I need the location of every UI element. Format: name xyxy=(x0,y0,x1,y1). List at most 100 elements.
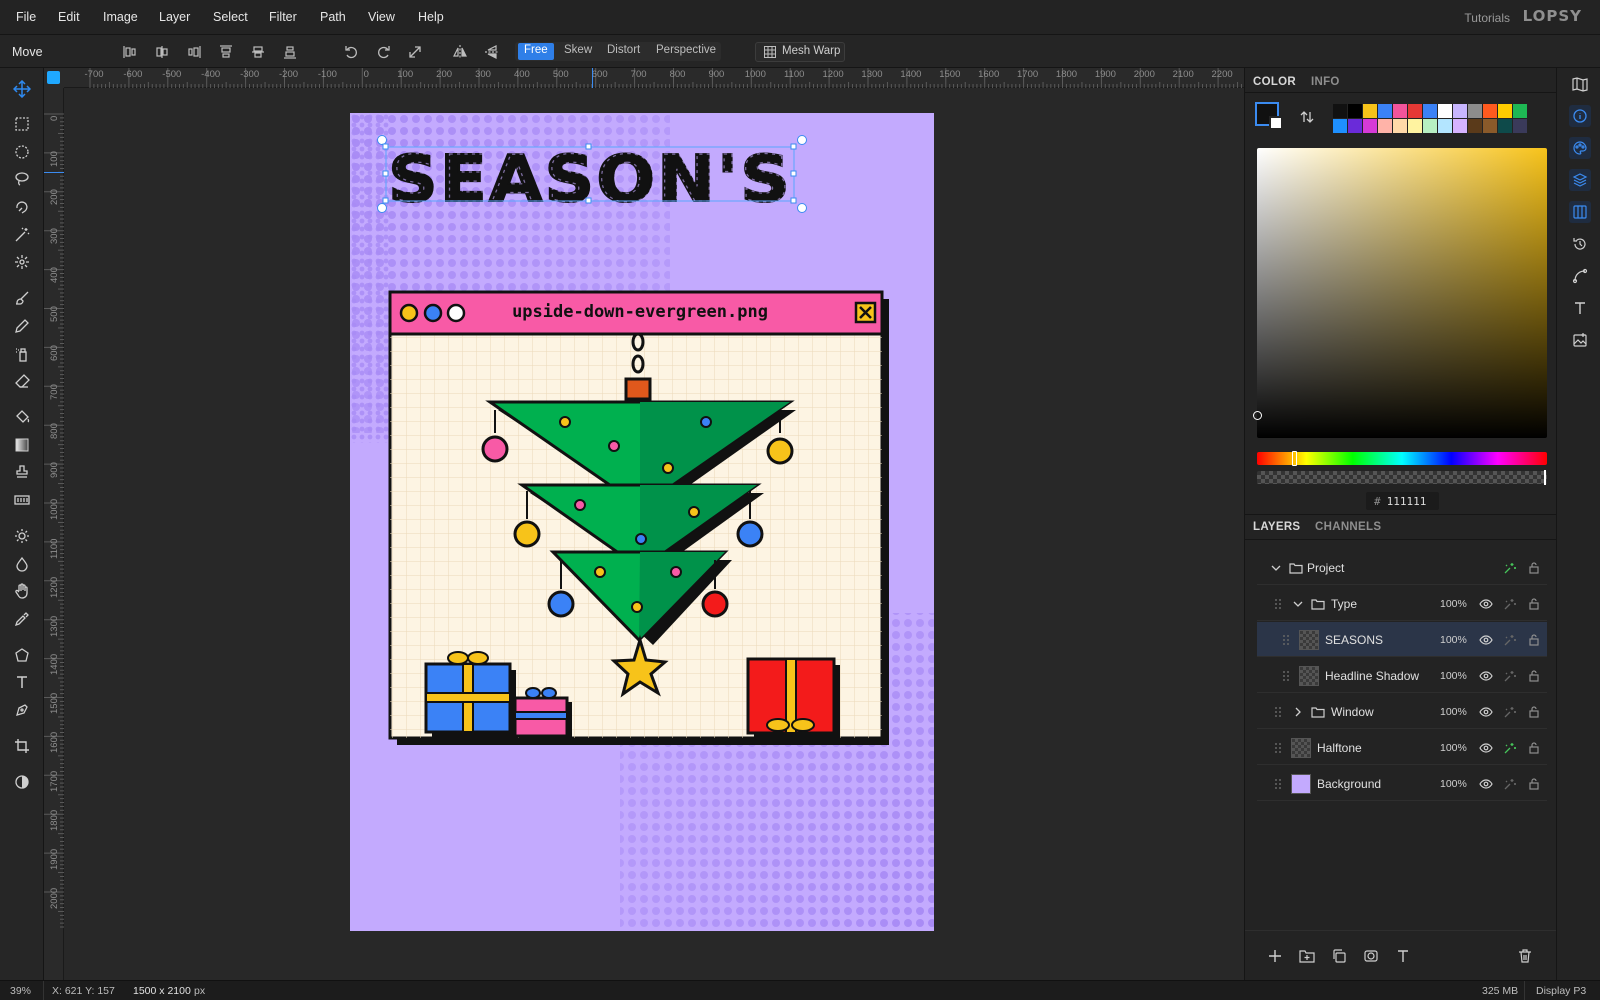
menu-view[interactable]: View xyxy=(368,10,395,24)
eyedropper-tool-icon[interactable] xyxy=(10,608,34,630)
trash-icon[interactable] xyxy=(1517,948,1533,964)
flip-vertical-icon[interactable] xyxy=(482,42,502,62)
menu-file[interactable]: File xyxy=(16,10,36,24)
color-swatch[interactable] xyxy=(1408,119,1422,133)
pen-tool-icon[interactable] xyxy=(10,699,34,721)
swap-colors-icon[interactable] xyxy=(1299,109,1315,125)
color-swatch[interactable] xyxy=(1393,119,1407,133)
align-top-icon[interactable] xyxy=(216,42,236,62)
color-swatch[interactable] xyxy=(1453,119,1467,133)
layers-icon[interactable] xyxy=(1569,169,1591,191)
eraser-tool-icon[interactable] xyxy=(10,370,34,392)
channels-icon[interactable] xyxy=(1569,201,1591,223)
drag-handle-icon[interactable] xyxy=(1271,741,1285,755)
effects-icon[interactable] xyxy=(1503,705,1517,719)
lasso-tool-icon[interactable] xyxy=(10,168,34,190)
dodge-tool-icon[interactable] xyxy=(10,525,34,547)
eye-icon[interactable] xyxy=(1479,777,1493,791)
color-swatch[interactable] xyxy=(1348,104,1362,118)
color-picker-field[interactable] xyxy=(1253,148,1547,438)
layer-row-halftone[interactable]: Halftone 100% xyxy=(1257,730,1547,765)
rect-select-tool-icon[interactable] xyxy=(10,113,34,135)
canvas-area[interactable]: SEASON'S SEASON'S upside-down-evergreen.… xyxy=(64,88,1244,980)
color-swatch[interactable] xyxy=(1333,104,1347,118)
mode-perspective[interactable]: Perspective xyxy=(650,43,722,60)
menu-filter[interactable]: Filter xyxy=(269,10,297,24)
color-swatch[interactable] xyxy=(1513,104,1527,118)
color-swatch[interactable] xyxy=(1453,104,1467,118)
color-picker-handle[interactable] xyxy=(1253,411,1262,420)
magic-wand-tool-icon[interactable] xyxy=(10,224,34,246)
pattern-tool-icon[interactable] xyxy=(10,489,34,511)
color-swatch[interactable] xyxy=(1468,119,1482,133)
contrast-tool-icon[interactable] xyxy=(10,771,34,793)
image-adjust-icon[interactable] xyxy=(1569,329,1591,351)
hue-slider[interactable] xyxy=(1257,451,1547,466)
color-swatch[interactable] xyxy=(1423,104,1437,118)
new-group-icon[interactable] xyxy=(1299,948,1315,964)
color-swatch[interactable] xyxy=(1483,119,1497,133)
zoom-level[interactable]: 39% xyxy=(10,985,31,997)
color-swatch[interactable] xyxy=(1408,104,1422,118)
pencil-tool-icon[interactable] xyxy=(10,315,34,337)
align-center-h-icon[interactable] xyxy=(152,42,172,62)
expand-icon[interactable] xyxy=(405,42,425,62)
color-swatch[interactable] xyxy=(1483,104,1497,118)
effects-icon[interactable] xyxy=(1503,741,1517,755)
eye-icon[interactable] xyxy=(1479,597,1493,611)
color-swatch[interactable] xyxy=(1498,119,1512,133)
menu-select[interactable]: Select xyxy=(213,10,248,24)
menu-path[interactable]: Path xyxy=(320,10,346,24)
character-icon[interactable] xyxy=(1569,297,1591,319)
hex-input[interactable]: #111111 xyxy=(1366,492,1439,510)
rotate-cw-icon[interactable] xyxy=(374,42,394,62)
drag-handle-icon[interactable] xyxy=(1279,633,1293,647)
polygon-tool-icon[interactable] xyxy=(10,644,34,666)
rotate-ccw-icon[interactable] xyxy=(341,42,361,62)
effects-icon[interactable] xyxy=(1503,597,1517,611)
history-icon[interactable] xyxy=(1569,233,1591,255)
color-swatch[interactable] xyxy=(1468,104,1482,118)
menu-image[interactable]: Image xyxy=(103,10,138,24)
layer-row-type[interactable]: Type 100% xyxy=(1257,586,1547,621)
eye-icon[interactable] xyxy=(1479,741,1493,755)
chevron-right-icon[interactable] xyxy=(1291,705,1305,719)
color-swatch[interactable] xyxy=(1438,104,1452,118)
menu-layer[interactable]: Layer xyxy=(159,10,190,24)
color-swatch[interactable] xyxy=(1513,119,1527,133)
layer-opacity[interactable]: 100% xyxy=(1440,598,1467,610)
ellipse-select-tool-icon[interactable] xyxy=(10,141,34,163)
mode-free[interactable]: Free xyxy=(518,43,554,60)
unlock-icon[interactable] xyxy=(1527,705,1541,719)
document-canvas[interactable]: SEASON'S SEASON'S upside-down-evergreen.… xyxy=(350,113,934,931)
color-profile[interactable]: Display P3 xyxy=(1536,985,1586,997)
layer-opacity[interactable]: 100% xyxy=(1440,706,1467,718)
color-swatch[interactable] xyxy=(1363,104,1377,118)
spot-heal-tool-icon[interactable] xyxy=(10,251,34,273)
effects-icon[interactable] xyxy=(1503,777,1517,791)
paths-icon[interactable] xyxy=(1569,265,1591,287)
brush-tool-icon[interactable] xyxy=(10,287,34,309)
align-middle-v-icon[interactable] xyxy=(248,42,268,62)
align-bottom-icon[interactable] xyxy=(280,42,300,62)
mesh-warp-button[interactable]: Mesh Warp xyxy=(755,42,845,62)
ruler-origin-chip[interactable] xyxy=(47,71,60,84)
effects-icon[interactable] xyxy=(1503,669,1517,683)
eye-icon[interactable] xyxy=(1479,705,1493,719)
tab-channels[interactable]: CHANNELS xyxy=(1315,521,1381,533)
add-text-layer-icon[interactable] xyxy=(1395,948,1411,964)
tab-layers[interactable]: LAYERS xyxy=(1253,521,1300,533)
magnetic-lasso-tool-icon[interactable] xyxy=(10,196,34,218)
effects-icon[interactable] xyxy=(1503,561,1517,575)
unlock-icon[interactable] xyxy=(1527,669,1541,683)
color-swatch[interactable] xyxy=(1378,104,1392,118)
eye-icon[interactable] xyxy=(1479,633,1493,647)
drag-handle-icon[interactable] xyxy=(1271,777,1285,791)
palette-icon[interactable] xyxy=(1569,137,1591,159)
unlock-icon[interactable] xyxy=(1527,777,1541,791)
map-icon[interactable] xyxy=(1569,73,1591,95)
horizontal-ruler[interactable]: -700 -600 -500 -400 -300 -200 -100 0 100 200 300 40… xyxy=(64,68,1244,88)
alpha-slider-handle[interactable] xyxy=(1544,470,1546,485)
drag-handle-icon[interactable] xyxy=(1271,597,1285,611)
chevron-down-icon[interactable] xyxy=(1269,561,1283,575)
